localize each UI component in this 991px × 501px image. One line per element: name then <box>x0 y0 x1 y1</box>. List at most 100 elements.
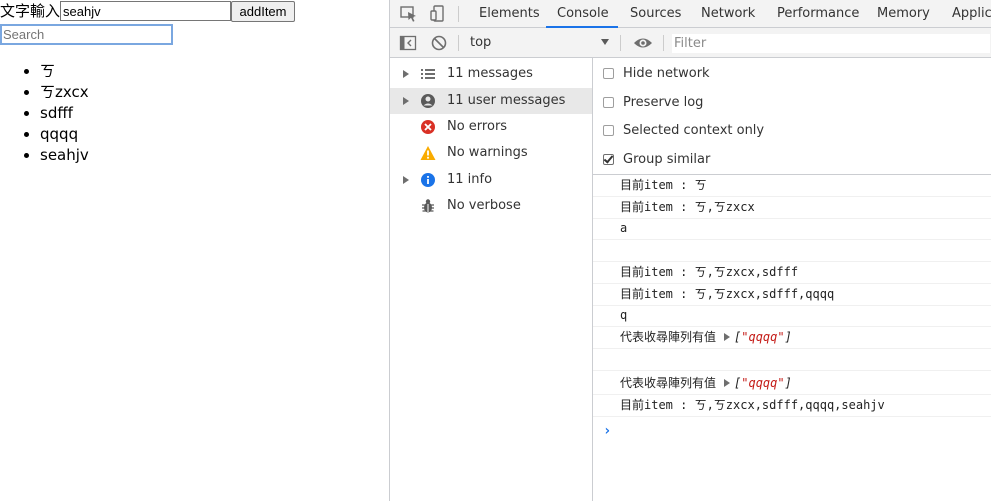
devtools-panel: Elements Console Sources Network Perform… <box>389 0 991 501</box>
preserve-log-checkbox[interactable] <box>603 96 614 108</box>
list-item: seahjv <box>40 145 89 166</box>
array-string-value: "qqqq" <box>741 376 785 390</box>
chevron-down-icon[interactable] <box>601 39 609 45</box>
console-message[interactable]: 代表收尋陣列有值 ["qqqq"] <box>593 373 991 395</box>
list-icon <box>420 66 436 82</box>
console-settings: Hide network Preserve log Selected conte… <box>593 58 991 175</box>
message-text: 目前item : ㄎ,ㄎzxcx,sdfff,qqqq,seahjv <box>620 398 885 412</box>
hide-network-option[interactable]: Hide network <box>603 62 710 84</box>
console-toolbar: top <box>390 28 991 58</box>
item-list: ㄎ ㄎzxcx sdfff qqqq seahjv <box>0 61 89 166</box>
tab-network[interactable]: Network <box>701 0 755 27</box>
array-preview[interactable]: ["qqqq"] <box>734 330 792 344</box>
console-message[interactable] <box>593 240 991 262</box>
console-message[interactable]: 代表收尋陣列有值 ["qqqq"] <box>593 327 991 349</box>
expand-array-icon[interactable] <box>724 379 731 387</box>
sidebar-item-label: No warnings <box>447 145 528 160</box>
preserve-log-option[interactable]: Preserve log <box>603 91 703 113</box>
console-message[interactable] <box>593 349 991 371</box>
sidebar-item-user-messages[interactable]: 11 user messages <box>390 88 592 114</box>
sidebar-item-label: 11 user messages <box>447 93 566 108</box>
add-item-button[interactable]: addItem <box>231 0 296 22</box>
sidebar-item-errors[interactable]: No errors <box>390 114 592 140</box>
array-preview[interactable]: ["qqqq"] <box>734 376 792 390</box>
message-text: a <box>620 221 628 235</box>
group-similar-option[interactable]: Group similar <box>603 148 710 170</box>
group-similar-checkbox[interactable] <box>603 153 614 165</box>
console-message[interactable]: 目前item : ㄎ,ㄎzxcx,sdfff,qqqq <box>593 284 991 306</box>
message-content: 代表收尋陣列有值 ["qqqq"] <box>620 327 792 348</box>
search-input[interactable] <box>0 24 173 45</box>
tab-console[interactable]: Console <box>557 0 609 27</box>
error-icon <box>420 119 436 135</box>
tab-elements[interactable]: Elements <box>479 0 540 27</box>
tab-application[interactable]: Applica <box>952 0 991 27</box>
console-log: 目前item : ㄎ 目前item : ㄎ,ㄎzxcx a 目前item : ㄎ… <box>593 175 991 501</box>
console-message[interactable]: a <box>593 218 991 240</box>
context-selector[interactable]: top <box>470 28 491 57</box>
toolbar-separator <box>620 35 621 51</box>
hide-network-checkbox[interactable] <box>603 67 614 79</box>
tab-sources[interactable]: Sources <box>630 0 681 27</box>
sidebar-toggle-icon[interactable] <box>399 34 417 52</box>
expand-triangle-icon[interactable] <box>403 70 409 78</box>
expand-array-icon[interactable] <box>724 333 731 341</box>
app-page: 文字輸入 addItem ㄎ ㄎzxcx sdfff qqqq seahjv <box>0 0 389 501</box>
sidebar-item-messages[interactable]: 11 messages <box>390 61 592 87</box>
sidebar-item-verbose[interactable]: No verbose <box>390 193 592 219</box>
list-item: qqqq <box>40 124 89 145</box>
message-text: 目前item : ㄎ,ㄎzxcx,sdfff,qqqq <box>620 287 835 301</box>
array-string: qqqq <box>748 376 778 390</box>
filter-input[interactable] <box>672 34 990 53</box>
preserve-log-label: Preserve log <box>623 94 704 110</box>
sidebar-item-label: 11 messages <box>447 66 533 81</box>
console-message[interactable]: 目前item : ㄎ,ㄎzxcx,sdfff <box>593 262 991 284</box>
text-input[interactable] <box>60 1 232 21</box>
sidebar-item-label: No errors <box>447 119 508 134</box>
message-text: 代表收尋陣列有值 <box>620 376 717 390</box>
info-icon <box>420 172 436 188</box>
console-message[interactable]: 目前item : ㄎ,ㄎzxcx <box>593 197 991 219</box>
tab-memory[interactable]: Memory <box>877 0 930 27</box>
expand-triangle-icon[interactable] <box>403 176 409 184</box>
inspect-element-icon[interactable] <box>399 4 419 24</box>
message-text: 目前item : ㄎ <box>620 178 707 192</box>
toolbar-separator <box>663 35 664 51</box>
message-text: 目前item : ㄎ,ㄎzxcx,sdfff <box>620 265 799 279</box>
device-toolbar-icon[interactable] <box>428 4 448 24</box>
text-input-label: 文字輸入 <box>0 2 61 20</box>
group-similar-label: Group similar <box>623 151 711 167</box>
sidebar-item-label: No verbose <box>447 198 521 213</box>
bug-icon <box>420 198 436 214</box>
selected-context-option[interactable]: Selected context only <box>603 119 764 141</box>
message-text: q <box>620 308 628 322</box>
message-text: 目前item : ㄎ,ㄎzxcx <box>620 200 755 214</box>
list-item: ㄎzxcx <box>40 82 89 103</box>
expand-triangle-icon[interactable] <box>403 97 409 105</box>
toolbar-separator <box>458 35 459 51</box>
selected-context-label: Selected context only <box>623 122 765 138</box>
sidebar-item-label: 11 info <box>447 172 493 187</box>
devtools-tab-bar: Elements Console Sources Network Perform… <box>390 0 991 28</box>
console-sidebar: 11 messages 11 user messages No errors N… <box>390 58 593 501</box>
tab-separator <box>458 6 459 22</box>
warning-icon <box>420 145 436 161</box>
tab-performance[interactable]: Performance <box>777 0 859 27</box>
user-icon <box>420 93 436 109</box>
list-item: ㄎ <box>40 61 89 82</box>
array-string-value: "qqqq" <box>741 330 785 344</box>
sidebar-item-warnings[interactable]: No warnings <box>390 140 592 166</box>
eye-icon[interactable] <box>633 33 652 51</box>
console-message[interactable]: 目前item : ㄎ,ㄎzxcx,sdfff,qqqq,seahjv <box>593 395 991 417</box>
console-message[interactable]: 目前item : ㄎ <box>593 175 991 197</box>
array-string: qqqq <box>748 330 778 344</box>
message-text: 代表收尋陣列有值 <box>620 330 717 344</box>
message-content: 代表收尋陣列有值 ["qqqq"] <box>620 373 792 394</box>
console-prompt[interactable]: › <box>603 423 611 439</box>
selected-context-checkbox[interactable] <box>603 124 614 136</box>
list-item: sdfff <box>40 103 89 124</box>
input-row: 文字輸入 addItem <box>0 0 296 22</box>
sidebar-item-info[interactable]: 11 info <box>390 167 592 193</box>
console-message[interactable]: q <box>593 305 991 327</box>
clear-console-icon[interactable] <box>430 34 448 52</box>
